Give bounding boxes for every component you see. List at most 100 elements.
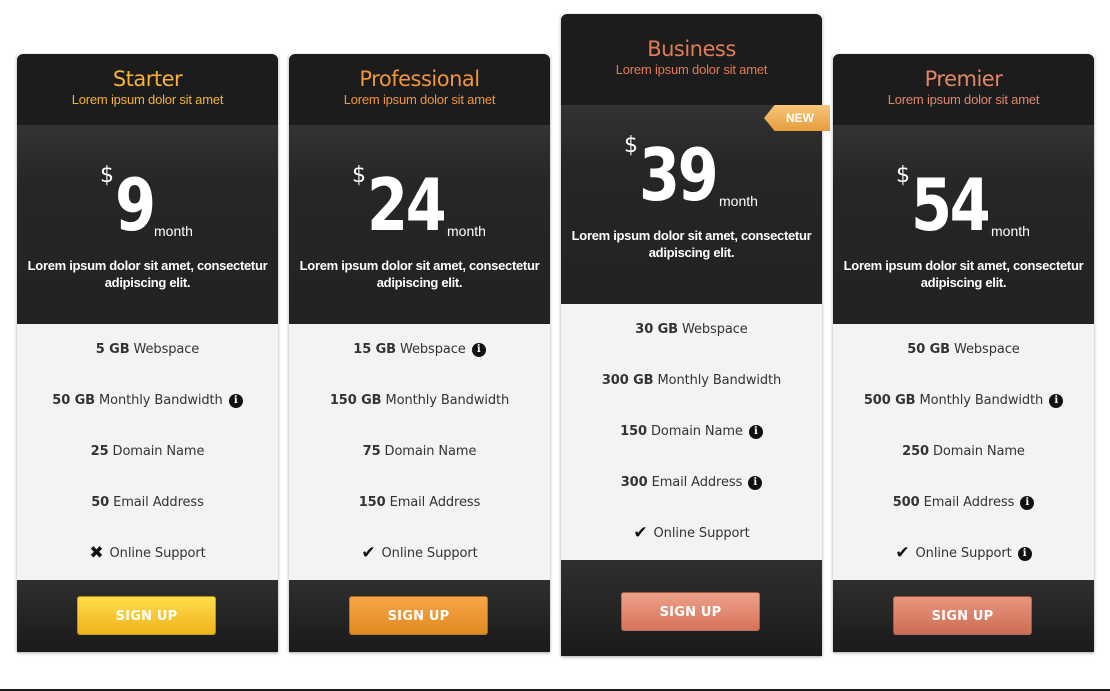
feature-domain: 250 Domain Name <box>833 426 1094 477</box>
feature-support: ✔ Online Support i <box>833 528 1094 579</box>
feature-email: 150 Email Address <box>289 477 550 528</box>
feature-label: Online Support <box>653 526 750 541</box>
feature-value: 150 <box>358 495 386 510</box>
plan-header: Premier Lorem ipsum dolor sit amet <box>833 54 1094 125</box>
feature-value: 150 <box>620 424 647 439</box>
feature-list: 50 GB Webspace 500 GB Monthly Bandwidth i 2… <box>833 324 1094 580</box>
feature-label: Webspace <box>682 322 748 337</box>
feature-label: Domain Name <box>651 424 743 439</box>
plan-subtitle: Lorem ipsum dolor sit amet <box>615 62 768 77</box>
feature-domain: 75 Domain Name <box>289 426 550 477</box>
info-icon[interactable]: i <box>1049 393 1064 408</box>
currency-symbol: $ <box>100 163 114 188</box>
feature-value: 25 <box>90 444 109 459</box>
plan-header: Starter Lorem ipsum dolor sit amet <box>17 54 278 125</box>
plan-footer: SIGN UP <box>561 560 822 656</box>
feature-support: ✔ Online Support <box>561 508 822 559</box>
feature-value: 50 GB <box>907 342 950 357</box>
sign-up-button[interactable]: SIGN UP <box>621 592 760 631</box>
plan-card-business: Business Lorem ipsum dolor sit amet $ 39… <box>561 14 830 656</box>
feature-label: Domain Name <box>933 444 1025 459</box>
plan-description: Lorem ipsum dolor sit amet, consectetur … <box>843 258 1084 290</box>
feature-value: 500 GB <box>863 393 916 408</box>
feature-email: 300 Email Address i <box>561 457 822 508</box>
check-icon: ✔ <box>633 523 648 543</box>
price-period: month <box>719 193 758 209</box>
feature-label: Email Address <box>923 495 1015 510</box>
cross-icon: ✖ <box>89 543 104 563</box>
plan-name: Professional <box>359 67 480 91</box>
plan-card-starter: Starter Lorem ipsum dolor sit amet $ 9 m… <box>17 54 278 652</box>
feature-label: Online Support <box>109 546 206 561</box>
plan-description: Lorem ipsum dolor sit amet, consectetur … <box>299 258 540 290</box>
sign-up-button[interactable]: SIGN UP <box>77 596 216 635</box>
price-section: $ 24 month Lorem ipsum dolor sit amet, c… <box>289 125 550 324</box>
plan-subtitle: Lorem ipsum dolor sit amet <box>887 92 1040 107</box>
price-amount: 39 <box>639 133 719 217</box>
price-amount: 54 <box>911 163 991 247</box>
feature-webspace: 5 GB Webspace <box>17 324 278 375</box>
feature-label: Online Support <box>915 546 1012 561</box>
sign-up-button[interactable]: SIGN UP <box>893 596 1032 635</box>
price-amount: 24 <box>367 163 447 247</box>
feature-value: 300 GB <box>601 373 654 388</box>
plan-footer: SIGN UP <box>289 580 550 652</box>
price-period: month <box>991 223 1030 239</box>
feature-value: 150 GB <box>329 393 382 408</box>
price-section: $ 9 month Lorem ipsum dolor sit amet, co… <box>17 125 278 324</box>
plan-name: Starter <box>112 67 183 91</box>
feature-label: Monthly Bandwidth <box>919 393 1044 408</box>
info-icon[interactable]: i <box>748 424 763 439</box>
feature-webspace: 50 GB Webspace <box>833 324 1094 375</box>
feature-bandwidth: 150 GB Monthly Bandwidth <box>289 375 550 426</box>
feature-bandwidth: 50 GB Monthly Bandwidth i <box>17 375 278 426</box>
feature-value: 75 <box>362 444 381 459</box>
info-icon[interactable]: i <box>1017 546 1032 561</box>
plan-card-premier: Premier Lorem ipsum dolor sit amet $ 54 … <box>833 54 1094 652</box>
feature-webspace: 15 GB Webspace i <box>289 324 550 375</box>
currency-symbol: $ <box>352 163 366 188</box>
info-icon[interactable]: i <box>228 393 243 408</box>
feature-label: Email Address <box>651 475 743 490</box>
plan-card-professional: Professional Lorem ipsum dolor sit amet … <box>289 54 550 652</box>
feature-label: Email Address <box>113 495 204 510</box>
feature-list: 15 GB Webspace i 150 GB Monthly Bandwidth 7… <box>289 324 550 580</box>
plan-subtitle: Lorem ipsum dolor sit amet <box>71 92 224 107</box>
feature-support: ✖ Online Support <box>17 528 278 579</box>
price-section: $ 39 month Lorem ipsum dolor sit amet, c… <box>561 105 822 304</box>
new-badge: NEW <box>764 105 830 131</box>
check-icon: ✔ <box>361 543 376 563</box>
feature-list: 5 GB Webspace 50 GB Monthly Bandwidth i 25 D… <box>17 324 278 580</box>
feature-domain: 25 Domain Name <box>17 426 278 477</box>
feature-label: Domain Name <box>112 444 205 459</box>
feature-value: 250 <box>902 444 929 459</box>
feature-bandwidth: 300 GB Monthly Bandwidth <box>561 355 822 406</box>
price-amount: 9 <box>115 163 156 247</box>
plan-description: Lorem ipsum dolor sit amet, consectetur … <box>27 258 268 290</box>
feature-value: 50 GB <box>52 393 95 408</box>
feature-domain: 150 Domain Name i <box>561 406 822 457</box>
feature-label: Monthly Bandwidth <box>385 393 510 408</box>
info-icon[interactable]: i <box>1020 495 1035 510</box>
currency-symbol: $ <box>896 163 910 188</box>
info-icon[interactable]: i <box>748 475 763 490</box>
currency-symbol: $ <box>624 133 638 158</box>
feature-value: 5 GB <box>95 342 130 357</box>
plan-name: Business <box>647 37 736 61</box>
feature-label: Webspace <box>133 342 200 357</box>
feature-value: 50 <box>91 495 110 510</box>
sign-up-button[interactable]: SIGN UP <box>349 596 488 635</box>
info-icon[interactable]: i <box>471 342 486 357</box>
feature-webspace: 30 GB Webspace <box>561 304 822 355</box>
feature-email: 50 Email Address <box>17 477 278 528</box>
feature-value: 15 GB <box>353 342 396 357</box>
plan-description: Lorem ipsum dolor sit amet, consectetur … <box>571 228 812 260</box>
plan-footer: SIGN UP <box>17 580 278 652</box>
plan-header: Business Lorem ipsum dolor sit amet <box>561 14 822 105</box>
feature-label: Webspace <box>954 342 1020 357</box>
feature-label: Monthly Bandwidth <box>99 393 223 408</box>
feature-label: Webspace <box>400 342 466 357</box>
plan-footer: SIGN UP <box>833 580 1094 652</box>
feature-support: ✔ Online Support <box>289 528 550 579</box>
feature-value: 500 <box>892 495 920 510</box>
